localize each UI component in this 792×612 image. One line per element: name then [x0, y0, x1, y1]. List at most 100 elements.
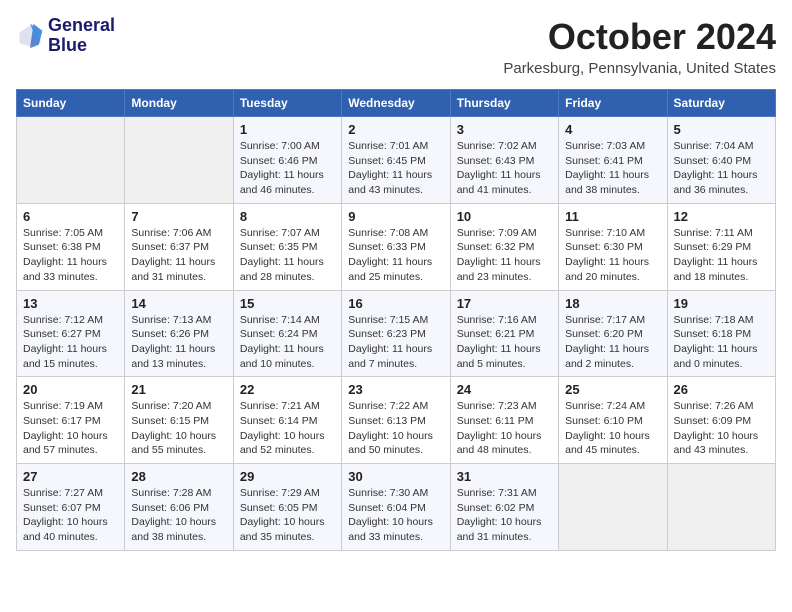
day-info: Sunrise: 7:23 AM Sunset: 6:11 PM Dayligh…	[457, 399, 552, 458]
day-number: 2	[348, 122, 443, 137]
day-info: Sunrise: 7:27 AM Sunset: 6:07 PM Dayligh…	[23, 486, 118, 545]
day-info: Sunrise: 7:18 AM Sunset: 6:18 PM Dayligh…	[674, 313, 769, 372]
calendar-cell: 29 Sunrise: 7:29 AM Sunset: 6:05 PM Dayli…	[233, 464, 341, 551]
weekday-header-row: SundayMondayTuesdayWednesdayThursdayFrid…	[17, 90, 776, 117]
calendar-week-row: 20 Sunrise: 7:19 AM Sunset: 6:17 PM Dayli…	[17, 377, 776, 464]
day-number: 4	[565, 122, 660, 137]
day-info: Sunrise: 7:31 AM Sunset: 6:02 PM Dayligh…	[457, 486, 552, 545]
day-info: Sunrise: 7:19 AM Sunset: 6:17 PM Dayligh…	[23, 399, 118, 458]
day-info: Sunrise: 7:10 AM Sunset: 6:30 PM Dayligh…	[565, 226, 660, 285]
day-number: 1	[240, 122, 335, 137]
calendar-cell: 25 Sunrise: 7:24 AM Sunset: 6:10 PM Dayli…	[559, 377, 667, 464]
calendar-cell: 3Sunrise: 7:02 AM Sunset: 6:43 PM Daylig…	[450, 117, 558, 204]
calendar-cell: 23Sunrise: 7:22 AM Sunset: 6:13 PM Dayli…	[342, 377, 450, 464]
day-info: Sunrise: 7:12 AM Sunset: 6:27 PM Dayligh…	[23, 313, 118, 372]
day-number: 7	[131, 209, 226, 224]
calendar-cell: 6 Sunrise: 7:05 AM Sunset: 6:38 PM Daylig…	[17, 203, 125, 290]
calendar-cell: 8Sunrise: 7:07 AM Sunset: 6:35 PM Daylig…	[233, 203, 341, 290]
weekday-header: Monday	[125, 90, 233, 117]
calendar-cell: 22 Sunrise: 7:21 AM Sunset: 6:14 PM Dayli…	[233, 377, 341, 464]
calendar-cell	[17, 117, 125, 204]
page-header: General Blue October 2024 Parkesburg, Pe…	[16, 16, 776, 77]
calendar-cell: 2 Sunrise: 7:01 AM Sunset: 6:45 PM Daylig…	[342, 117, 450, 204]
calendar-cell: 18 Sunrise: 7:17 AM Sunset: 6:20 PM Dayli…	[559, 290, 667, 377]
calendar-week-row: 13Sunrise: 7:12 AM Sunset: 6:27 PM Dayli…	[17, 290, 776, 377]
calendar-cell: 9 Sunrise: 7:08 AM Sunset: 6:33 PM Daylig…	[342, 203, 450, 290]
weekday-header: Thursday	[450, 90, 558, 117]
day-info: Sunrise: 7:09 AM Sunset: 6:32 PM Dayligh…	[457, 226, 552, 285]
day-info: Sunrise: 7:05 AM Sunset: 6:38 PM Dayligh…	[23, 226, 118, 285]
day-info: Sunrise: 7:15 AM Sunset: 6:23 PM Dayligh…	[348, 313, 443, 372]
day-number: 10	[457, 209, 552, 224]
logo: General Blue	[16, 16, 115, 56]
weekday-header: Saturday	[667, 90, 775, 117]
day-number: 27	[23, 469, 118, 484]
calendar-cell: 17 Sunrise: 7:16 AM Sunset: 6:21 PM Dayli…	[450, 290, 558, 377]
calendar-cell: 10 Sunrise: 7:09 AM Sunset: 6:32 PM Dayli…	[450, 203, 558, 290]
day-number: 12	[674, 209, 769, 224]
calendar-cell	[559, 464, 667, 551]
day-number: 31	[457, 469, 552, 484]
day-number: 22	[240, 382, 335, 397]
title-area: October 2024 Parkesburg, Pennsylvania, U…	[503, 16, 776, 77]
day-number: 29	[240, 469, 335, 484]
day-info: Sunrise: 7:21 AM Sunset: 6:14 PM Dayligh…	[240, 399, 335, 458]
day-number: 9	[348, 209, 443, 224]
day-info: Sunrise: 7:24 AM Sunset: 6:10 PM Dayligh…	[565, 399, 660, 458]
day-info: Sunrise: 7:30 AM Sunset: 6:04 PM Dayligh…	[348, 486, 443, 545]
day-info: Sunrise: 7:13 AM Sunset: 6:26 PM Dayligh…	[131, 313, 226, 372]
day-info: Sunrise: 7:03 AM Sunset: 6:41 PM Dayligh…	[565, 139, 660, 198]
day-info: Sunrise: 7:29 AM Sunset: 6:05 PM Dayligh…	[240, 486, 335, 545]
day-number: 24	[457, 382, 552, 397]
day-number: 25	[565, 382, 660, 397]
calendar-cell: 1 Sunrise: 7:00 AM Sunset: 6:46 PM Daylig…	[233, 117, 341, 204]
weekday-header: Friday	[559, 90, 667, 117]
calendar-cell: 27 Sunrise: 7:27 AM Sunset: 6:07 PM Dayli…	[17, 464, 125, 551]
calendar-cell	[667, 464, 775, 551]
day-info: Sunrise: 7:14 AM Sunset: 6:24 PM Dayligh…	[240, 313, 335, 372]
day-info: Sunrise: 7:04 AM Sunset: 6:40 PM Dayligh…	[674, 139, 769, 198]
calendar-cell: 26 Sunrise: 7:26 AM Sunset: 6:09 PM Dayli…	[667, 377, 775, 464]
calendar-week-row: 1 Sunrise: 7:00 AM Sunset: 6:46 PM Daylig…	[17, 117, 776, 204]
calendar-cell: 20 Sunrise: 7:19 AM Sunset: 6:17 PM Dayli…	[17, 377, 125, 464]
day-number: 3	[457, 122, 552, 137]
day-info: Sunrise: 7:06 AM Sunset: 6:37 PM Dayligh…	[131, 226, 226, 285]
day-number: 17	[457, 296, 552, 311]
day-number: 6	[23, 209, 118, 224]
day-info: Sunrise: 7:22 AM Sunset: 6:13 PM Dayligh…	[348, 399, 443, 458]
calendar-cell: 5 Sunrise: 7:04 AM Sunset: 6:40 PM Daylig…	[667, 117, 775, 204]
day-number: 14	[131, 296, 226, 311]
calendar-cell: 14 Sunrise: 7:13 AM Sunset: 6:26 PM Dayli…	[125, 290, 233, 377]
calendar-cell: 16Sunrise: 7:15 AM Sunset: 6:23 PM Dayli…	[342, 290, 450, 377]
weekday-header: Wednesday	[342, 90, 450, 117]
calendar-cell: 28Sunrise: 7:28 AM Sunset: 6:06 PM Dayli…	[125, 464, 233, 551]
calendar-cell: 12 Sunrise: 7:11 AM Sunset: 6:29 PM Dayli…	[667, 203, 775, 290]
day-number: 26	[674, 382, 769, 397]
calendar-cell: 19Sunrise: 7:18 AM Sunset: 6:18 PM Dayli…	[667, 290, 775, 377]
calendar-cell: 15 Sunrise: 7:14 AM Sunset: 6:24 PM Dayli…	[233, 290, 341, 377]
calendar-cell: 7 Sunrise: 7:06 AM Sunset: 6:37 PM Daylig…	[125, 203, 233, 290]
calendar-cell: 30Sunrise: 7:30 AM Sunset: 6:04 PM Dayli…	[342, 464, 450, 551]
month-title: October 2024	[503, 16, 776, 58]
calendar-cell	[125, 117, 233, 204]
day-info: Sunrise: 7:28 AM Sunset: 6:06 PM Dayligh…	[131, 486, 226, 545]
day-info: Sunrise: 7:01 AM Sunset: 6:45 PM Dayligh…	[348, 139, 443, 198]
day-info: Sunrise: 7:20 AM Sunset: 6:15 PM Dayligh…	[131, 399, 226, 458]
day-info: Sunrise: 7:26 AM Sunset: 6:09 PM Dayligh…	[674, 399, 769, 458]
day-number: 18	[565, 296, 660, 311]
calendar-cell: 31 Sunrise: 7:31 AM Sunset: 6:02 PM Dayli…	[450, 464, 558, 551]
day-number: 20	[23, 382, 118, 397]
calendar-week-row: 27 Sunrise: 7:27 AM Sunset: 6:07 PM Dayli…	[17, 464, 776, 551]
day-number: 15	[240, 296, 335, 311]
day-info: Sunrise: 7:11 AM Sunset: 6:29 PM Dayligh…	[674, 226, 769, 285]
day-number: 5	[674, 122, 769, 137]
weekday-header: Tuesday	[233, 90, 341, 117]
day-info: Sunrise: 7:00 AM Sunset: 6:46 PM Dayligh…	[240, 139, 335, 198]
logo-text: General Blue	[48, 16, 115, 56]
day-info: Sunrise: 7:17 AM Sunset: 6:20 PM Dayligh…	[565, 313, 660, 372]
calendar-cell: 24 Sunrise: 7:23 AM Sunset: 6:11 PM Dayli…	[450, 377, 558, 464]
day-number: 8	[240, 209, 335, 224]
day-info: Sunrise: 7:08 AM Sunset: 6:33 PM Dayligh…	[348, 226, 443, 285]
day-info: Sunrise: 7:16 AM Sunset: 6:21 PM Dayligh…	[457, 313, 552, 372]
day-number: 21	[131, 382, 226, 397]
